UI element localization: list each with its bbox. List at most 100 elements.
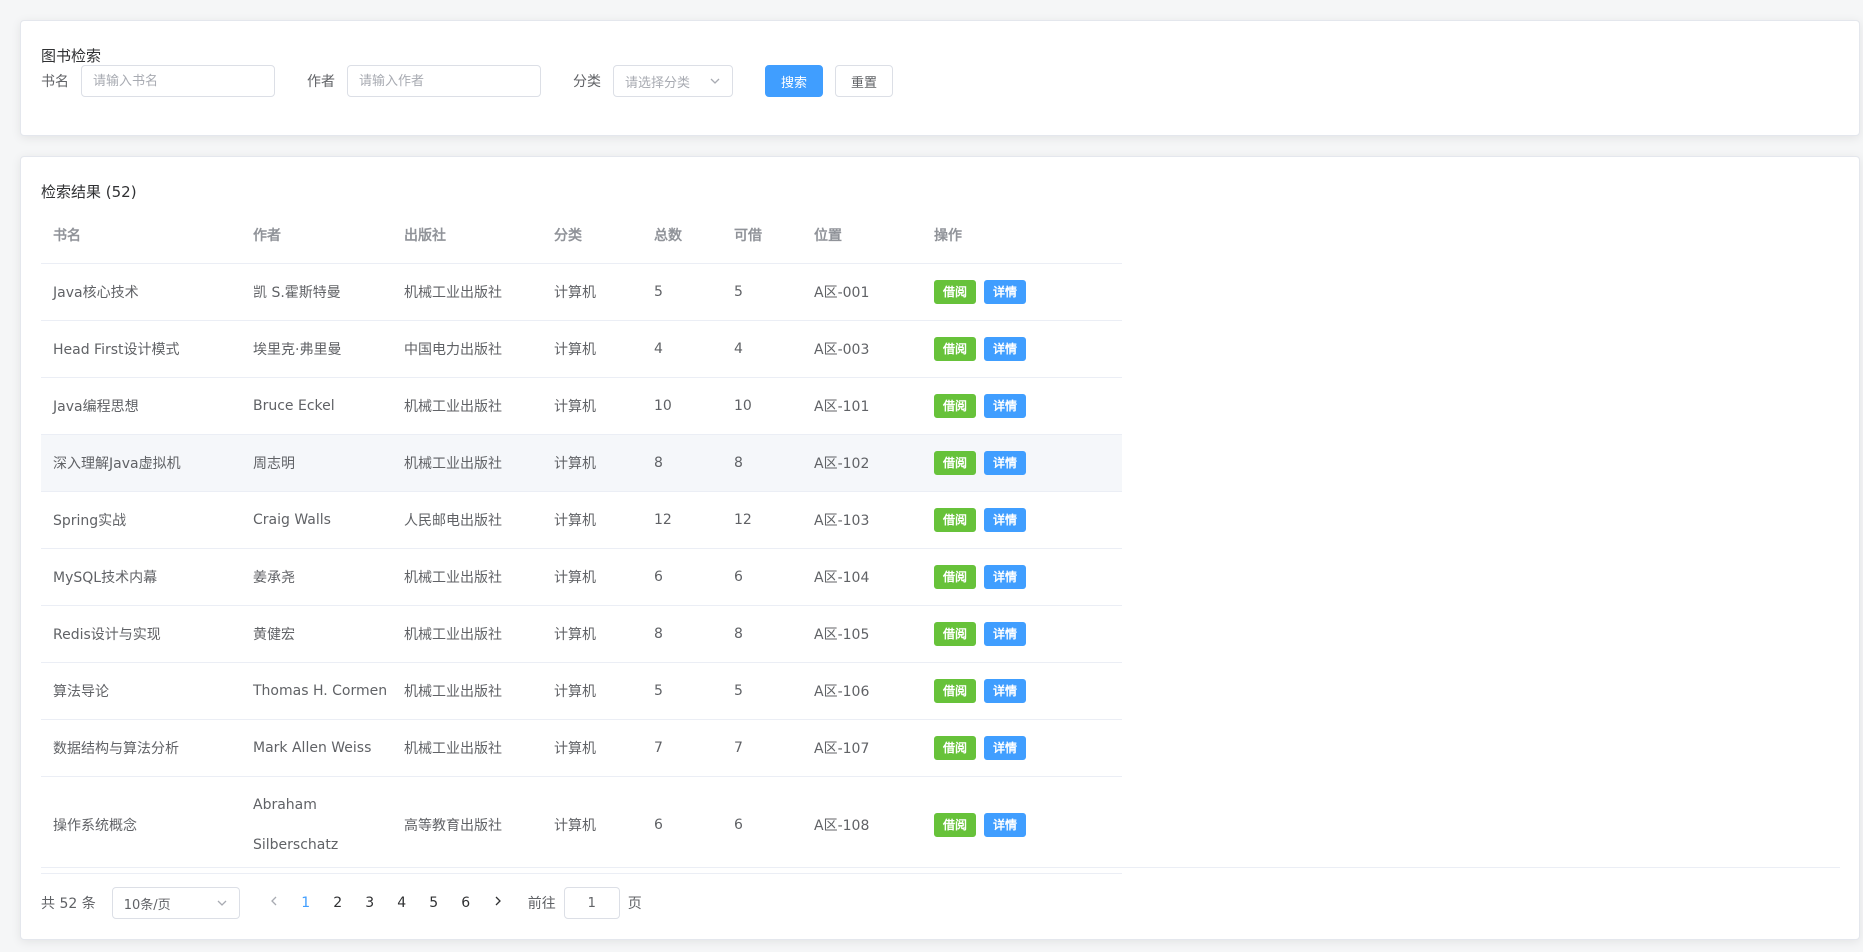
column-header: 作者 — [241, 207, 392, 264]
publisher-cell: 机械工业出版社 — [392, 548, 542, 606]
table-row[interactable]: Java核心技术 凯 S.霍斯特曼 机械工业出版社 计算机 5 5 A区-001… — [41, 263, 1122, 321]
search-button[interactable]: 搜索 — [765, 65, 824, 97]
borrow-button[interactable]: 借阅 — [934, 564, 977, 589]
page-5-button[interactable]: 5 — [418, 887, 450, 919]
detail-button[interactable]: 详情 — [984, 735, 1027, 760]
book-name-label: 书名 — [41, 74, 69, 90]
goto-page-input[interactable] — [563, 887, 620, 919]
total-cell: 5 — [642, 662, 722, 720]
book-name-cell: Java编程思想 — [41, 377, 241, 435]
table-row[interactable]: Head First设计模式 埃里克·弗里曼 中国电力出版社 计算机 4 4 A… — [41, 320, 1122, 378]
prev-page-button[interactable] — [258, 887, 290, 919]
actions-cell: 借阅 详情 — [922, 548, 1122, 606]
book-name-cell: Java核心技术 — [41, 263, 241, 321]
author-cell: Thomas H. Cormen — [241, 662, 392, 720]
detail-button[interactable]: 详情 — [984, 812, 1027, 837]
publisher-cell: 人民邮电出版社 — [392, 491, 542, 549]
category-cell: 计算机 — [542, 662, 642, 720]
publisher-cell: 机械工业出版社 — [392, 719, 542, 777]
total-cell: 8 — [642, 434, 722, 492]
publisher-cell: 机械工业出版社 — [392, 662, 542, 720]
column-header: 分类 — [542, 207, 642, 264]
borrow-button[interactable]: 借阅 — [934, 507, 977, 532]
publisher-cell: 机械工业出版社 — [392, 605, 542, 663]
book-name-cell: 操作系统概念 — [41, 776, 241, 874]
table-row[interactable]: 算法导论 Thomas H. Cormen 机械工业出版社 计算机 5 5 A区… — [41, 662, 1122, 720]
detail-button[interactable]: 详情 — [984, 564, 1027, 589]
author-cell: Abraham Silberschatz — [241, 776, 392, 874]
column-header: 书名 — [41, 207, 241, 264]
table-row[interactable]: 操作系统概念 Abraham Silberschatz 高等教育出版社 计算机 … — [41, 776, 1122, 874]
category-cell: 计算机 — [542, 491, 642, 549]
chevron-left-icon — [270, 896, 277, 906]
category-cell: 计算机 — [542, 719, 642, 777]
pagination-total: 共 52 条 — [41, 896, 96, 912]
available-cell: 8 — [722, 605, 802, 663]
page-3-button[interactable]: 3 — [354, 887, 386, 919]
total-cell: 5 — [642, 263, 722, 321]
available-cell: 6 — [722, 776, 802, 874]
pager: 1 2 3 4 5 6 — [258, 887, 514, 919]
location-cell: A区-003 — [802, 320, 922, 378]
detail-button[interactable]: 详情 — [984, 678, 1027, 703]
page-2-button[interactable]: 2 — [322, 887, 354, 919]
chevron-down-icon — [710, 78, 720, 84]
table-row[interactable]: MySQL技术内幕 姜承尧 机械工业出版社 计算机 6 6 A区-104 借阅详… — [41, 548, 1122, 606]
table-row[interactable]: 数据结构与算法分析 Mark Allen Weiss 机械工业出版社 计算机 7… — [41, 719, 1122, 777]
results-panel: 检索结果 (52) 书名 作者 出版社 分类 总数 可借 位置 操作 Java核… — [20, 156, 1860, 940]
location-cell: A区-108 — [802, 776, 922, 874]
page-size-value: 10条/页 — [123, 897, 171, 913]
borrow-button[interactable]: 借阅 — [934, 812, 977, 837]
column-header: 可借 — [722, 207, 802, 264]
book-name-cell: Head First设计模式 — [41, 320, 241, 378]
table-row[interactable]: Spring实战 Craig Walls 人民邮电出版社 计算机 12 12 A… — [41, 491, 1122, 549]
category-select[interactable]: 请选择分类 — [613, 65, 733, 97]
location-cell: A区-106 — [802, 662, 922, 720]
available-cell: 7 — [722, 719, 802, 777]
table-row[interactable]: 深入理解Java虚拟机 周志明 机械工业出版社 计算机 8 8 A区-102 借… — [41, 434, 1122, 492]
author-input[interactable] — [347, 65, 541, 97]
category-cell: 计算机 — [542, 548, 642, 606]
page-1-button[interactable]: 1 — [290, 887, 322, 919]
actions-cell: 借阅 详情 — [922, 719, 1122, 777]
location-cell: A区-102 — [802, 434, 922, 492]
available-cell: 5 — [722, 263, 802, 321]
detail-button[interactable]: 详情 — [984, 393, 1027, 418]
book-name-input[interactable] — [81, 65, 275, 97]
borrow-button[interactable]: 借阅 — [934, 279, 977, 304]
borrow-button[interactable]: 借阅 — [934, 621, 977, 646]
next-page-button[interactable] — [482, 887, 514, 919]
page-size-select[interactable]: 10条/页 — [111, 887, 240, 919]
reset-button[interactable]: 重置 — [835, 65, 894, 97]
results-title: 检索结果 (52) — [41, 183, 137, 201]
available-cell: 4 — [722, 320, 802, 378]
detail-button[interactable]: 详情 — [984, 507, 1027, 532]
detail-button[interactable]: 详情 — [984, 621, 1027, 646]
table-row[interactable]: Redis设计与实现 黄健宏 机械工业出版社 计算机 8 8 A区-105 借阅… — [41, 605, 1122, 663]
total-cell: 8 — [642, 605, 722, 663]
location-cell: A区-107 — [802, 719, 922, 777]
borrow-button[interactable]: 借阅 — [934, 393, 977, 418]
page-jumper: 前往 页 — [528, 887, 642, 919]
borrow-button[interactable]: 借阅 — [934, 450, 977, 475]
book-name-cell: MySQL技术内幕 — [41, 548, 241, 606]
detail-button[interactable]: 详情 — [984, 450, 1027, 475]
table-row[interactable]: Java编程思想 Bruce Eckel 机械工业出版社 计算机 10 10 A… — [41, 377, 1122, 435]
detail-button[interactable]: 详情 — [984, 336, 1027, 361]
actions-cell: 借阅 详情 — [922, 662, 1122, 720]
total-cell: 10 — [642, 377, 722, 435]
search-title: 图书检索 — [41, 47, 102, 65]
available-cell: 6 — [722, 548, 802, 606]
borrow-button[interactable]: 借阅 — [934, 336, 977, 361]
page-6-button[interactable]: 6 — [450, 887, 482, 919]
table-header-row: 书名 作者 出版社 分类 总数 可借 位置 操作 — [41, 207, 1122, 264]
column-header: 总数 — [642, 207, 722, 264]
total-cell: 6 — [642, 776, 722, 874]
book-name-cell: 数据结构与算法分析 — [41, 719, 241, 777]
category-cell: 计算机 — [542, 320, 642, 378]
borrow-button[interactable]: 借阅 — [934, 678, 977, 703]
actions-cell: 借阅 详情 — [922, 491, 1122, 549]
borrow-button[interactable]: 借阅 — [934, 735, 977, 760]
page-4-button[interactable]: 4 — [386, 887, 418, 919]
detail-button[interactable]: 详情 — [984, 279, 1027, 304]
